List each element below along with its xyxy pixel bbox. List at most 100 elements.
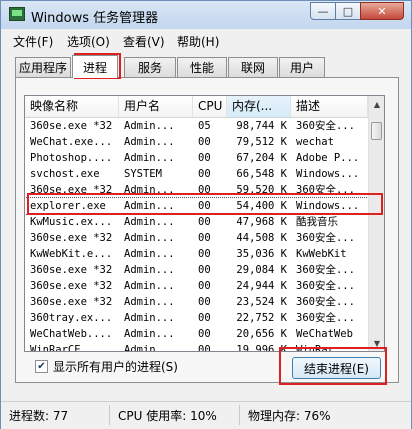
process-row[interactable]: WinRarCE... Admin... 00 19,996 K WinRar... [25, 342, 368, 352]
scroll-up-arrow-icon[interactable]: ▲ [369, 96, 384, 112]
tab-processes[interactable]: 进程 [72, 55, 118, 78]
process-user-cell: Admin... [124, 136, 175, 148]
scroll-thumb[interactable] [371, 122, 382, 140]
column-memory[interactable]: 内存(... [227, 96, 291, 117]
column-cpu[interactable]: CPU [193, 96, 227, 117]
process-row[interactable]: svchost.exe SYSTEM 00 66,548 K Windows... [25, 166, 368, 182]
process-cpu-cell: 00 [198, 248, 211, 260]
process-row[interactable]: WeChatWeb.... Admin... 00 20,656 K WeChatWeb [25, 326, 368, 342]
column-description[interactable]: 描述 [291, 96, 368, 117]
column-image-name[interactable]: 映像名称 [25, 96, 119, 117]
minimize-button[interactable]: — [310, 2, 336, 20]
process-name-cell: WeChat.exe... [30, 136, 113, 148]
process-user-cell: Admin... [124, 328, 175, 340]
show-all-users-label: 显示所有用户的进程(S) [53, 359, 178, 374]
process-list[interactable]: 映像名称 用户名 CPU 内存(... 描述 360se.exe *32 Admi… [24, 95, 385, 352]
process-row[interactable]: WeChat.exe... Admin... 00 79,512 K wechat [25, 134, 368, 150]
process-mem-cell: 20,656 K [236, 328, 287, 340]
process-row[interactable]: explorer.exe Admin... 00 54,400 K Windows... [25, 197, 369, 215]
process-row[interactable]: 360se.exe *32 Admin... 00 29,084 K 360安全... [25, 262, 368, 278]
menu-help[interactable]: 帮助(H) [177, 33, 219, 50]
process-desc-cell: Adobe P... [296, 152, 360, 164]
window-title: Windows 任务管理器 [31, 11, 159, 26]
process-row[interactable]: 360se.exe *32 Admin... 00 24,944 K 360安全... [25, 278, 368, 294]
title-bar[interactable]: Windows 任务管理器 — □ ✕ [1, 1, 411, 29]
process-row[interactable]: 360se.exe *32 Admin... 00 59,520 K 360安全... [25, 182, 368, 198]
maximize-button[interactable]: □ [335, 2, 361, 20]
vertical-scrollbar[interactable]: ▲ ▼ [368, 96, 384, 351]
process-cpu-cell: 00 [198, 280, 211, 292]
process-name-cell: 360se.exe *32 [30, 184, 113, 196]
process-desc-cell: WinRar... [296, 344, 353, 352]
task-manager-window: Windows 任务管理器 — □ ✕ 文件(F) 选项(O) 查看(V) 帮助… [0, 0, 412, 429]
process-cpu-cell: 05 [198, 120, 211, 132]
status-cpu-usage: CPU 使用率: 10% [118, 409, 217, 423]
process-name-cell: KwWebKit.e... [30, 248, 113, 260]
scroll-down-arrow-icon[interactable]: ▼ [369, 335, 384, 351]
menu-options[interactable]: 选项(O) [67, 33, 110, 50]
status-physical-memory: 物理内存: 76% [248, 409, 331, 423]
process-user-cell: Admin... [124, 264, 175, 276]
process-user-cell: Admin... [124, 200, 175, 212]
process-user-cell: Admin... [124, 280, 175, 292]
tab-performance[interactable]: 性能 [177, 57, 227, 77]
process-desc-cell: 360安全... [296, 232, 355, 244]
process-desc-cell: KwWebKit [296, 248, 347, 260]
process-mem-cell: 79,512 K [236, 136, 287, 148]
process-mem-cell: 98,744 K [236, 120, 287, 132]
end-process-button[interactable]: 结束进程(E) [292, 357, 381, 379]
process-cpu-cell: 00 [198, 328, 211, 340]
list-header: 映像名称 用户名 CPU 内存(... 描述 [25, 96, 368, 118]
process-desc-cell: Windows... [296, 200, 360, 212]
process-desc-cell: 360安全... [296, 296, 355, 308]
menu-view[interactable]: 查看(V) [123, 33, 165, 50]
process-name-cell: 360se.exe *32 [30, 232, 113, 244]
column-user-name[interactable]: 用户名 [119, 96, 193, 117]
process-row[interactable]: KwWebKit.e... Admin... 00 35,036 K KwWebKit [25, 246, 368, 262]
process-name-cell: 360se.exe *32 [30, 280, 113, 292]
process-name-cell: svchost.exe [30, 168, 100, 180]
process-desc-cell: 360安全... [296, 264, 355, 276]
tab-users[interactable]: 用户 [279, 57, 325, 77]
process-user-cell: Admin... [124, 296, 175, 308]
process-user-cell: Admin... [124, 312, 175, 324]
process-name-cell: explorer.exe [30, 200, 106, 212]
process-row[interactable]: Photoshop.... Admin... 00 67,204 K Adobe P..… [25, 150, 368, 166]
process-cpu-cell: 00 [198, 200, 211, 212]
process-row[interactable]: KwMusic.ex... Admin... 00 47,968 K 酷我音乐 [25, 214, 368, 230]
process-cpu-cell: 00 [198, 296, 211, 308]
process-name-cell: Photoshop.... [30, 152, 113, 164]
process-desc-cell: Windows... [296, 168, 360, 180]
process-mem-cell: 35,036 K [236, 248, 287, 260]
process-user-cell: SYSTEM [124, 168, 162, 180]
process-name-cell: 360tray.ex... [30, 312, 113, 324]
process-row[interactable]: 360tray.ex... Admin... 00 22,752 K 360安全... [25, 310, 368, 326]
process-cpu-cell: 00 [198, 168, 211, 180]
process-name-cell: KwMusic.ex... [30, 216, 113, 228]
process-mem-cell: 23,524 K [236, 296, 287, 308]
process-mem-cell: 47,968 K [236, 216, 287, 228]
status-process-count: 进程数: 77 [9, 409, 69, 423]
process-name-cell: 360se.exe *32 [30, 120, 113, 132]
process-mem-cell: 29,084 K [236, 264, 287, 276]
status-divider [109, 405, 110, 425]
process-row[interactable]: 360se.exe *32 Admin... 00 23,524 K 360安全... [25, 294, 368, 310]
tab-applications[interactable]: 应用程序 [15, 57, 71, 77]
show-all-users-checkbox[interactable]: ✔ [35, 359, 48, 373]
process-user-cell: Admin... [124, 232, 175, 244]
process-desc-cell: 酷我音乐 [296, 216, 338, 228]
process-cpu-cell: 00 [198, 136, 211, 148]
process-mem-cell: 24,944 K [236, 280, 287, 292]
status-divider [239, 405, 240, 425]
menu-file[interactable]: 文件(F) [13, 33, 53, 50]
process-mem-cell: 67,204 K [236, 152, 287, 164]
show-all-users-option[interactable]: ✔ 显示所有用户的进程(S) [35, 358, 178, 374]
process-row[interactable]: 360se.exe *32 Admin... 05 98,744 K 360安全... [25, 118, 368, 134]
tab-networking[interactable]: 联网 [228, 57, 278, 77]
process-cpu-cell: 00 [198, 232, 211, 244]
process-row[interactable]: 360se.exe *32 Admin... 00 44,508 K 360安全... [25, 230, 368, 246]
close-button[interactable]: ✕ [360, 2, 404, 20]
process-desc-cell: wechat [296, 136, 334, 148]
tab-services[interactable]: 服务 [124, 57, 176, 77]
process-cpu-cell: 00 [198, 264, 211, 276]
